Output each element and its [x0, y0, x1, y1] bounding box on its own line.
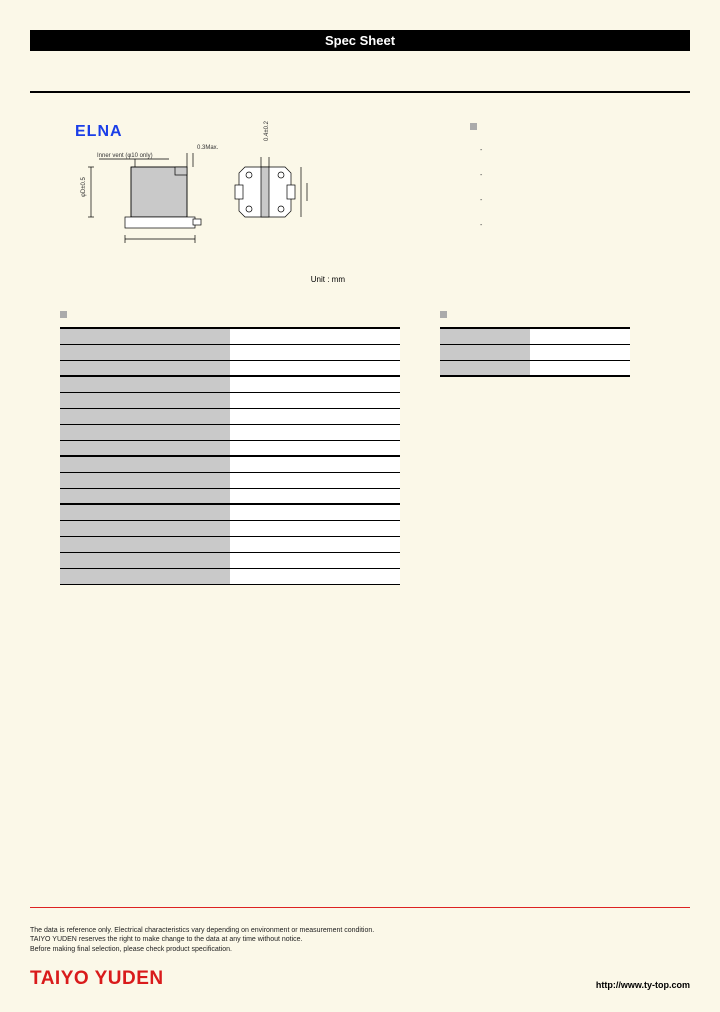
tables-row	[30, 309, 690, 585]
feature-item	[480, 197, 486, 204]
technical-drawing: Inner vent (φ10 only) 0.3Max. 0.4±0.2	[75, 149, 375, 269]
svg-text:φD±0.5: φD±0.5	[81, 176, 87, 197]
divider-top	[30, 91, 690, 93]
spec-value	[230, 392, 400, 408]
spec-label	[60, 408, 230, 424]
spec-label	[60, 424, 230, 440]
spec-value	[230, 424, 400, 440]
spec-label	[60, 344, 230, 360]
dim2-label: 0.4±0.2	[264, 121, 270, 141]
page-title: Spec Sheet	[325, 33, 395, 48]
spec-value	[230, 520, 400, 536]
square-bullet-icon	[470, 123, 477, 130]
spec-value	[230, 504, 400, 520]
elna-logo: ELNA	[75, 123, 375, 141]
features-list	[470, 147, 486, 229]
vent-label: Inner vent (φ10 only)	[97, 153, 153, 159]
spec-value	[230, 568, 400, 584]
upper-section: ELNA Inner vent (φ10 only) 0.3Max. 0.4±0…	[30, 123, 690, 284]
footer: The data is reference only. Electrical c…	[30, 907, 690, 990]
spec-label	[440, 344, 530, 360]
spec-label	[60, 568, 230, 584]
spec-value	[230, 360, 400, 376]
footer-divider	[30, 907, 690, 908]
spec-label	[60, 360, 230, 376]
footer-note: Before making final selection, please ch…	[30, 945, 690, 954]
feature-item	[480, 222, 486, 229]
spec-value	[530, 328, 630, 344]
spec-value	[230, 408, 400, 424]
spec-value	[530, 344, 630, 360]
footer-url: http://www.ty-top.com	[596, 980, 690, 990]
spec-label	[60, 488, 230, 504]
spec-label	[60, 440, 230, 456]
footer-note: The data is reference only. Electrical c…	[30, 926, 690, 935]
taiyo-yuden-logo: TAIYO YUDEN	[30, 968, 164, 990]
small-spec-block	[440, 309, 630, 585]
footer-notes: The data is reference only. Electrical c…	[30, 926, 690, 954]
features-block	[470, 123, 486, 284]
drawing-area: ELNA Inner vent (φ10 only) 0.3Max. 0.4±0…	[75, 123, 375, 284]
page: Spec Sheet ELNA Inner vent (φ10 only) 0.…	[0, 0, 720, 1012]
feature-item	[480, 147, 486, 154]
spec-table	[60, 327, 400, 585]
main-spec-block	[60, 309, 400, 585]
spec-label	[60, 472, 230, 488]
spec-label	[60, 536, 230, 552]
spec-value	[230, 376, 400, 392]
spec-value	[230, 440, 400, 456]
drawing-svg: φD±0.5	[75, 149, 335, 259]
spec-label	[60, 504, 230, 520]
spec-label	[60, 520, 230, 536]
dim1-label: 0.3Max.	[197, 145, 218, 151]
footer-note: TAIYO YUDEN reserves the right to make c…	[30, 935, 690, 944]
spec-value	[230, 472, 400, 488]
spec-value	[230, 488, 400, 504]
spec-label	[60, 376, 230, 392]
feature-item	[480, 172, 486, 179]
spec-label	[60, 328, 230, 344]
spec-value	[230, 456, 400, 472]
square-bullet-icon	[60, 311, 67, 318]
spec-value	[230, 344, 400, 360]
spec-value	[230, 328, 400, 344]
spec-value	[230, 536, 400, 552]
square-bullet-icon	[440, 311, 447, 318]
spec-value	[530, 360, 630, 376]
spec-label	[60, 456, 230, 472]
unit-label: Unit : mm	[75, 275, 375, 284]
spec-value	[230, 552, 400, 568]
footer-row: TAIYO YUDEN http://www.ty-top.com	[30, 968, 690, 990]
spec-label	[440, 360, 530, 376]
spec-label	[60, 552, 230, 568]
spec-label	[440, 328, 530, 344]
title-bar: Spec Sheet	[30, 30, 690, 51]
spec-label	[60, 392, 230, 408]
small-spec-table	[440, 327, 630, 377]
